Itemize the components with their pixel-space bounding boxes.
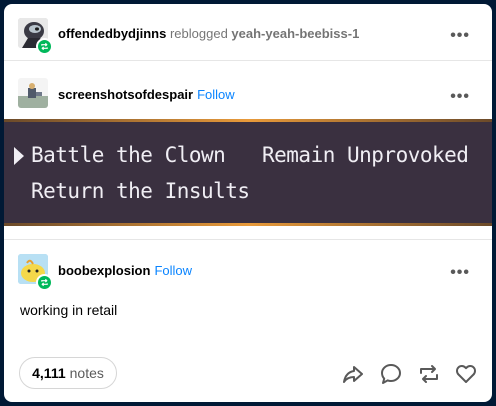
trail-blog-attribution: boobexplosion Follow — [58, 263, 192, 278]
option-remain: Remain Unprovoked — [262, 143, 469, 167]
reblogged-text: reblogged — [169, 26, 228, 41]
follow-button[interactable]: Follow — [197, 87, 235, 102]
post-header: offendedbydjinns reblogged yeah-yeah-bee… — [4, 4, 492, 60]
avatar[interactable] — [18, 78, 48, 108]
selection-cursor-icon — [14, 147, 24, 165]
dialog-box: Battle the Clown Remain Unprovoked Retur… — [4, 122, 492, 223]
notes-label: notes — [69, 365, 104, 381]
trail-post-header: boobexplosion Follow ••• — [4, 240, 492, 296]
like-icon[interactable] — [454, 362, 478, 386]
share-icon[interactable] — [341, 362, 365, 386]
option-return: Return the Insults — [31, 179, 250, 203]
option-battle: Battle the Clown — [31, 143, 226, 167]
reblog-attribution: offendedbydjinns reblogged yeah-yeah-bee… — [58, 26, 359, 41]
reblog-icon[interactable] — [417, 362, 441, 386]
source-blog-name[interactable]: yeah-yeah-beebiss-1 — [231, 26, 359, 41]
blog-name[interactable]: screenshotsofdespair — [58, 87, 193, 102]
reblog-post-card: offendedbydjinns reblogged yeah-yeah-bee… — [4, 4, 492, 402]
reblog-badge-icon — [36, 38, 53, 55]
follow-button[interactable]: Follow — [154, 263, 192, 278]
reply-icon[interactable] — [379, 362, 403, 386]
more-options-icon[interactable]: ••• — [450, 89, 470, 105]
notes-button[interactable]: 4,111 notes — [19, 357, 117, 389]
game-screenshot[interactable]: Battle the Clown Remain Unprovoked Retur… — [4, 119, 492, 226]
notes-count: 4,111 — [32, 365, 66, 381]
trail-blog-attribution: screenshotsofdespair Follow — [58, 87, 235, 102]
more-options-icon[interactable]: ••• — [450, 28, 470, 44]
reblog-badge-icon — [36, 274, 53, 291]
image-border-bottom — [4, 223, 492, 226]
more-options-icon[interactable]: ••• — [450, 265, 470, 281]
trail-post-header: screenshotsofdespair Follow ••• — [4, 61, 492, 117]
blog-name[interactable]: boobexplosion — [58, 263, 150, 278]
reblogger-name[interactable]: offendedbydjinns — [58, 26, 166, 41]
post-body-text: working in retail — [20, 302, 118, 318]
